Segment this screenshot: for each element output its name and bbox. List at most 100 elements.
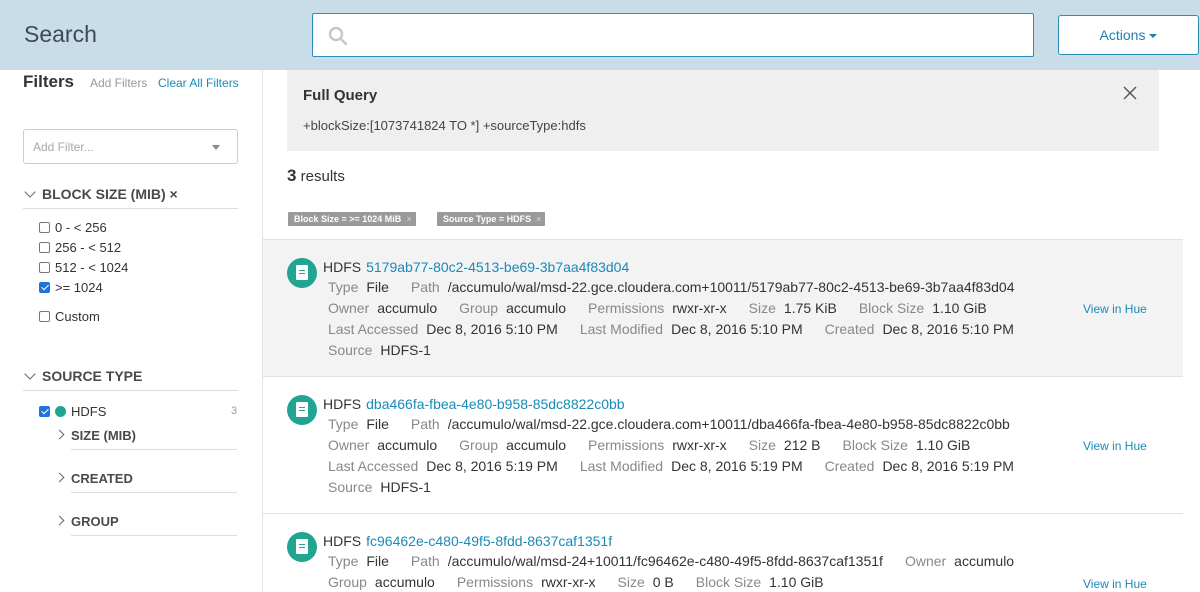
hdfs-dot-icon xyxy=(55,406,66,417)
page-title: Search xyxy=(24,21,97,47)
created-value: Dec 8, 2016 5:19 PM xyxy=(882,458,1014,474)
active-filter-tag[interactable]: Block Size = >= 1024 MiB × xyxy=(288,212,416,226)
chevron-right-icon xyxy=(54,429,65,440)
type-value: File xyxy=(366,416,389,432)
permissions-value: rwxr-xr-x xyxy=(672,437,727,453)
divider xyxy=(23,208,238,209)
active-filter-tag[interactable]: Source Type = HDFS × xyxy=(437,212,546,226)
add-filters-label: Add Filters xyxy=(90,76,148,90)
last-modified-label: Last Modified xyxy=(579,321,664,337)
permissions-label: Permissions xyxy=(456,574,534,590)
add-filter-select[interactable]: Add Filter... xyxy=(23,129,238,164)
chevron-down-icon xyxy=(24,368,36,380)
tag-close-icon[interactable]: × xyxy=(536,214,541,224)
block-size-section-toggle[interactable]: BLOCK SIZE (MIB) × xyxy=(23,186,178,202)
path-label: Path xyxy=(410,279,440,295)
created-label: Created xyxy=(824,458,875,474)
last-modified-value: Dec 8, 2016 5:10 PM xyxy=(671,321,803,337)
block-size-label: Block Size xyxy=(695,574,762,590)
actions-button[interactable]: Actions xyxy=(1058,15,1199,55)
checkbox[interactable] xyxy=(39,242,50,253)
last-accessed-value: Dec 8, 2016 5:19 PM xyxy=(426,458,558,474)
path-label: Path xyxy=(410,416,440,432)
source-label: Source xyxy=(328,342,373,358)
block-size-custom-option[interactable]: Custom xyxy=(39,309,100,324)
result-item: HDFS dba466fa-fbea-4e80-b958-85dc8822c0bb… xyxy=(263,376,1183,514)
size-subsection-toggle[interactable]: SIZE (MIB) xyxy=(54,428,136,443)
chevron-down-icon xyxy=(24,186,36,198)
size-label: Size xyxy=(748,300,776,316)
clear-all-filters-link[interactable]: Clear All Filters xyxy=(158,76,239,90)
view-in-hue-link[interactable]: View in Hue xyxy=(1083,302,1147,316)
block-size-value: 1.10 GiB xyxy=(769,574,824,590)
size-label: Size xyxy=(617,574,645,590)
path-label: Path xyxy=(410,553,440,569)
full-query-text: +blockSize:[1073741824 TO *] +sourceType… xyxy=(303,118,586,133)
last-accessed-value: Dec 8, 2016 5:10 PM xyxy=(426,321,558,337)
group-label: Group xyxy=(328,574,367,590)
search-box[interactable] xyxy=(312,13,1034,57)
result-title-link[interactable]: 5179ab77-80c2-4513-be69-3b7aa4f83d04 xyxy=(366,259,629,275)
source-value: HDFS-1 xyxy=(380,479,431,495)
file-icon xyxy=(287,532,317,562)
divider xyxy=(23,390,238,391)
block-size-option[interactable]: 256 - < 512 xyxy=(39,240,121,255)
block-size-label: Block Size xyxy=(842,437,908,453)
search-input[interactable] xyxy=(358,22,1018,48)
filters-title: Filters xyxy=(23,72,75,91)
size-label: Size xyxy=(748,437,776,453)
block-size-option[interactable]: 512 - < 1024 xyxy=(39,260,128,275)
view-in-hue-link[interactable]: View in Hue xyxy=(1083,577,1147,591)
checkbox-checked[interactable] xyxy=(39,282,50,293)
created-value: Dec 8, 2016 5:10 PM xyxy=(882,321,1014,337)
path-value: /accumulo/wal/msd-22.gce.cloudera.com+10… xyxy=(447,416,1010,432)
result-source: HDFS xyxy=(323,396,362,412)
owner-value: accumulo xyxy=(377,437,438,453)
result-source: HDFS xyxy=(323,533,362,549)
block-size-value: 1.10 GiB xyxy=(932,300,987,316)
source-type-heading: SOURCE TYPE xyxy=(42,368,143,384)
block-size-value: 1.10 GiB xyxy=(915,437,971,453)
view-in-hue-link[interactable]: View in Hue xyxy=(1083,439,1147,453)
type-value: File xyxy=(366,553,389,569)
checkbox[interactable] xyxy=(39,222,50,233)
group-subsection-toggle[interactable]: GROUP xyxy=(54,514,119,529)
close-icon[interactable] xyxy=(1122,85,1138,101)
search-icon xyxy=(328,26,348,46)
created-subsection-toggle[interactable]: CREATED xyxy=(54,471,133,486)
group-value: accumulo xyxy=(374,574,435,590)
results-label: results xyxy=(300,168,345,185)
size-value: 0 B xyxy=(652,574,674,590)
owner-value: accumulo xyxy=(954,553,1015,569)
divider xyxy=(71,492,237,493)
source-value: HDFS-1 xyxy=(380,342,431,358)
option-label: Custom xyxy=(55,309,100,324)
source-type-section-toggle[interactable]: SOURCE TYPE xyxy=(23,368,142,384)
block-size-option[interactable]: >= 1024 xyxy=(39,280,103,295)
owner-label: Owner xyxy=(328,437,370,453)
checkbox[interactable] xyxy=(39,311,50,322)
tag-label: Block Size = >= 1024 MiB xyxy=(294,214,402,224)
created-label: Created xyxy=(824,321,875,337)
subsection-label: GROUP xyxy=(71,514,119,529)
scrollbar-track[interactable] xyxy=(1183,239,1200,592)
checkbox-checked[interactable] xyxy=(39,406,50,417)
checkbox[interactable] xyxy=(39,262,50,273)
divider xyxy=(71,535,237,536)
result-title-link[interactable]: dba466fa-fbea-4e80-b958-85dc8822c0bb xyxy=(366,396,624,412)
block-size-option[interactable]: 0 - < 256 xyxy=(39,220,107,235)
group-value: accumulo xyxy=(506,437,566,453)
results-number: 3 xyxy=(287,166,297,185)
size-value: 212 B xyxy=(783,437,821,453)
result-title-link[interactable]: fc96462e-c480-49f5-8fdd-8637caf1351f xyxy=(366,533,612,549)
option-label: 0 - < 256 xyxy=(55,220,107,235)
type-label: Type xyxy=(328,416,359,432)
permissions-value: rwxr-xr-x xyxy=(541,574,596,590)
owner-label: Owner xyxy=(328,300,370,316)
block-size-heading: BLOCK SIZE (MIB) × xyxy=(42,186,178,202)
tag-close-icon[interactable]: × xyxy=(406,214,411,224)
source-type-hdfs-option[interactable]: HDFS xyxy=(39,404,106,419)
results-count: 3 results xyxy=(287,166,345,186)
last-modified-value: Dec 8, 2016 5:19 PM xyxy=(671,458,803,474)
result-item: HDFS 5179ab77-80c2-4513-be69-3b7aa4f83d04… xyxy=(263,239,1183,377)
